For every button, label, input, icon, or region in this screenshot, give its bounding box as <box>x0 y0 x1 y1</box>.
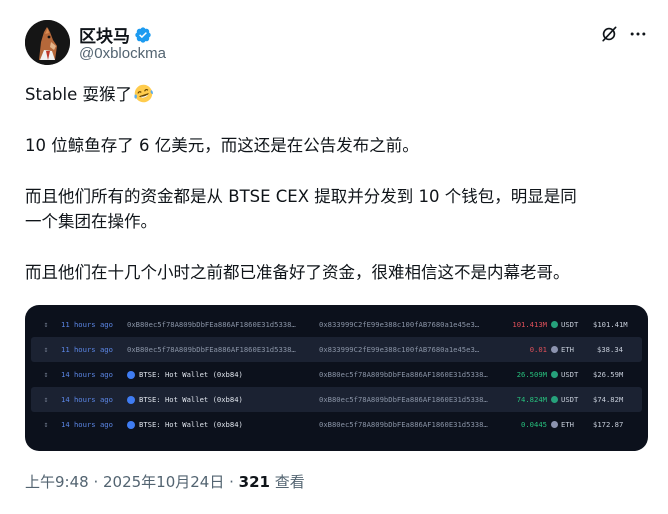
tx-time: 14 hours ago <box>61 370 113 379</box>
tx-to: 0xB80ec5f78A809bDbFEa886AF1860E31d5338… <box>319 395 488 404</box>
transaction-row: ↕ 14 hours ago BTSE: Hot Wallet (0xb84) 0xB… <box>31 412 642 437</box>
transaction-row: ↕ 14 hours ago BTSE: Hot Wallet (0xb84) 0xB… <box>31 362 642 387</box>
tx-from-label: BTSE: Hot Wallet (0xb84) <box>139 420 243 429</box>
tx-amount: 0.0445 <box>521 420 547 429</box>
eth-icon <box>551 346 558 353</box>
usdt-icon <box>551 396 558 403</box>
laughing-emoji-icon <box>134 84 153 103</box>
tweet-text: Stable 耍猴了 10 位鲸鱼存了 6 亿美元，而这还是在公告发布之前。 而… <box>25 82 645 285</box>
transfer-icon: ↕ <box>43 370 49 379</box>
tweet-line-2: 10 位鲸鱼存了 6 亿美元，而这还是在公告发布之前。 <box>25 136 419 155</box>
verified-badge-icon <box>135 26 151 43</box>
tx-token: USDT <box>551 320 593 329</box>
tx-from-label: BTSE: Hot Wallet (0xb84) <box>139 395 243 404</box>
tx-from: BTSE: Hot Wallet (0xb84) <box>127 420 319 429</box>
tx-to: 0xB80ec5f78A809bDbFEa886AF1860E31d5338… <box>319 370 488 379</box>
btse-logo-icon <box>127 395 135 404</box>
tx-value: $38.34 <box>597 345 623 354</box>
transaction-row: ↕ 11 hours ago 0xB80ec5f78A809bDbFEa886AF1… <box>31 337 642 362</box>
tx-token-label: ETH <box>561 345 574 354</box>
tx-amount: 74.824M <box>516 395 547 404</box>
tx-token-label: ETH <box>561 420 574 429</box>
transfer-icon: ↕ <box>43 395 49 404</box>
tx-from-label: BTSE: Hot Wallet (0xb84) <box>139 370 243 379</box>
tx-from-label: 0xB80ec5f78A809bDbFEa886AF1860E31d5338… <box>127 320 296 329</box>
views-count: 321 <box>238 473 270 491</box>
avatar[interactable] <box>25 20 70 65</box>
tx-token-label: USDT <box>561 320 579 329</box>
usdt-icon <box>551 321 558 328</box>
more-options-icon[interactable] <box>628 24 648 44</box>
transactions-screenshot[interactable]: ↕ 11 hours ago 0xB80ec5f78A809bDbFEa886AF1… <box>25 305 648 451</box>
eth-icon <box>551 421 558 428</box>
tweet-timestamp[interactable]: 上午9:48 · 2025年10月24日 · <box>25 473 239 491</box>
views-label: 查看 <box>269 473 305 491</box>
tx-amount: 101.413M <box>512 320 547 329</box>
tx-from: BTSE: Hot Wallet (0xb84) <box>127 395 319 404</box>
tx-time: 11 hours ago <box>61 345 113 354</box>
tx-time: 14 hours ago <box>61 395 113 404</box>
user-handle[interactable]: @0xblockma <box>79 45 166 62</box>
tweet-line-1: Stable 耍猴了 <box>25 85 133 104</box>
tx-time: 14 hours ago <box>61 420 113 429</box>
tx-to: 0x833999C2fE99e388c100fAB7680a1e45e3… <box>319 320 480 329</box>
tx-from: 0xB80ec5f78A809bDbFEa886AF1860E31d5338… <box>127 345 319 354</box>
btse-logo-icon <box>127 420 135 429</box>
grok-icon[interactable] <box>599 24 619 44</box>
display-name[interactable]: 区块马 <box>79 22 130 47</box>
tweet-line-3: 而且他们所有的资金都是从 BTSE CEX 提取并分发到 10 个钱包，明显是同… <box>25 187 577 231</box>
transfer-icon: ↕ <box>43 320 49 329</box>
tx-from-label: 0xB80ec5f78A809bDbFEa886AF1860E31d5338… <box>127 345 296 354</box>
tx-token: ETH <box>551 420 593 429</box>
transaction-row: ↕ 14 hours ago BTSE: Hot Wallet (0xb84) 0xB… <box>31 387 642 412</box>
tx-token-label: USDT <box>561 370 579 379</box>
tx-to: 0x833999C2fE99e388c100fAB7680a1e45e3… <box>319 345 480 354</box>
tx-value: $74.82M <box>593 395 624 404</box>
tx-amount: 26.509M <box>516 370 547 379</box>
tx-amount: 0.01 <box>529 345 547 354</box>
tweet-header: 区块马 @0xblockma <box>25 20 648 68</box>
transfer-icon: ↕ <box>43 345 49 354</box>
tx-to: 0xB80ec5f78A809bDbFEa886AF1860E31d5338… <box>319 420 488 429</box>
tx-token: USDT <box>551 370 593 379</box>
tx-value: $101.41M <box>593 320 628 329</box>
tx-value: $26.59M <box>593 370 624 379</box>
tx-from: BTSE: Hot Wallet (0xb84) <box>127 370 319 379</box>
btse-logo-icon <box>127 370 135 379</box>
transfer-icon: ↕ <box>43 420 49 429</box>
tx-value: $172.87 <box>593 420 624 429</box>
tweet-line-4: 而且他们在十几个小时之前都已准备好了资金，很难相信这不是内幕老哥。 <box>25 263 570 282</box>
tweet-line: Stable 耍猴了 <box>25 82 645 107</box>
tx-from: 0xB80ec5f78A809bDbFEa886AF1860E31d5338… <box>127 320 319 329</box>
tweet-footer: 上午9:48 · 2025年10月24日 · 321 查看 <box>25 471 305 492</box>
transaction-row: ↕ 11 hours ago 0xB80ec5f78A809bDbFEa886AF1… <box>31 312 642 337</box>
tx-token: ETH <box>551 345 593 354</box>
usdt-icon <box>551 371 558 378</box>
tx-time: 11 hours ago <box>61 320 113 329</box>
tx-token-label: USDT <box>561 395 579 404</box>
tx-token: USDT <box>551 395 593 404</box>
